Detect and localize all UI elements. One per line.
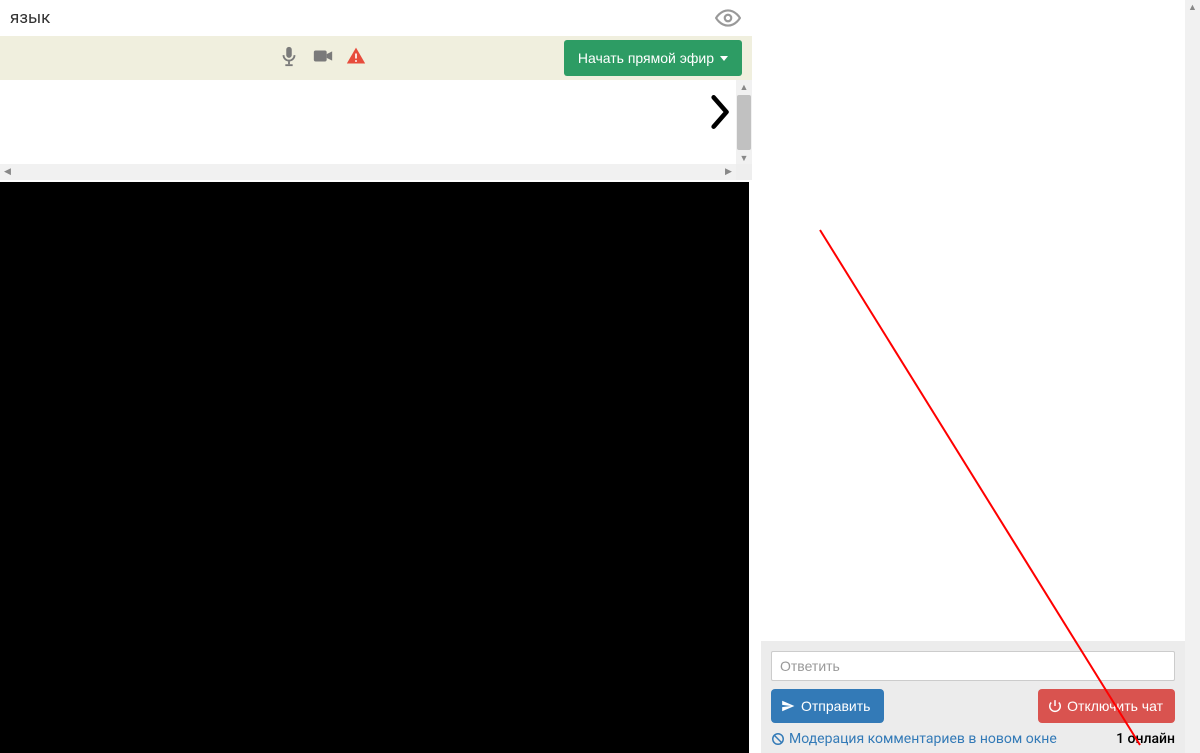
carousel-area: ▲ ▼ ◀ ▶ [0, 80, 752, 180]
chat-footer-line: Модерация комментариев в новом окне 1 он… [771, 729, 1175, 747]
paper-plane-icon [781, 699, 795, 713]
page-scrollbar[interactable]: ▲ [1185, 0, 1200, 753]
start-live-button[interactable]: Начать прямой эфир [564, 40, 742, 76]
warning-icon[interactable] [346, 46, 366, 70]
moderation-link[interactable]: Модерация комментариев в новом окне [771, 731, 1057, 747]
power-icon [1048, 699, 1062, 713]
vertical-scrollbar[interactable]: ▲ ▼ [736, 80, 752, 166]
camera-icon[interactable] [312, 45, 334, 71]
main-area: язык [0, 0, 752, 753]
horizontal-scrollbar[interactable]: ◀ ▶ [0, 164, 752, 180]
scroll-up-arrow-icon[interactable]: ▲ [736, 80, 752, 95]
stream-title: язык [10, 8, 714, 28]
send-button[interactable]: Отправить [771, 689, 884, 723]
send-button-label: Отправить [801, 698, 870, 714]
moderation-link-text: Модерация комментариев в новом окне [789, 731, 1057, 747]
header-row: язык [0, 0, 752, 36]
start-live-label: Начать прямой эфир [578, 50, 714, 66]
live-toolbar: Начать прямой эфир [0, 36, 752, 80]
scroll-thumb[interactable] [737, 95, 751, 150]
disable-chat-button[interactable]: Отключить чат [1038, 689, 1175, 723]
chat-messages [761, 0, 1185, 641]
chat-panel: Отправить Отключить чат Модерация коммен… [761, 0, 1185, 753]
disable-chat-label: Отключить чат [1067, 698, 1163, 714]
scroll-left-arrow-icon[interactable]: ◀ [0, 164, 15, 180]
toolbar-icons [90, 45, 554, 71]
microphone-icon[interactable] [278, 45, 300, 71]
chat-footer: Отправить Отключить чат Модерация коммен… [761, 641, 1185, 753]
caret-down-icon [720, 56, 728, 61]
visibility-eye-icon[interactable] [714, 4, 742, 32]
video-preview [0, 182, 749, 753]
ban-icon [771, 732, 785, 746]
online-count: 1 онлайн [1116, 731, 1175, 747]
chat-button-row: Отправить Отключить чат [771, 689, 1175, 723]
chat-input[interactable] [771, 651, 1175, 681]
scrollbar-corner [736, 164, 752, 180]
page-scroll-up-icon[interactable]: ▲ [1185, 0, 1200, 15]
scroll-right-arrow-icon[interactable]: ▶ [721, 164, 736, 180]
chevron-right-icon[interactable] [710, 94, 732, 130]
